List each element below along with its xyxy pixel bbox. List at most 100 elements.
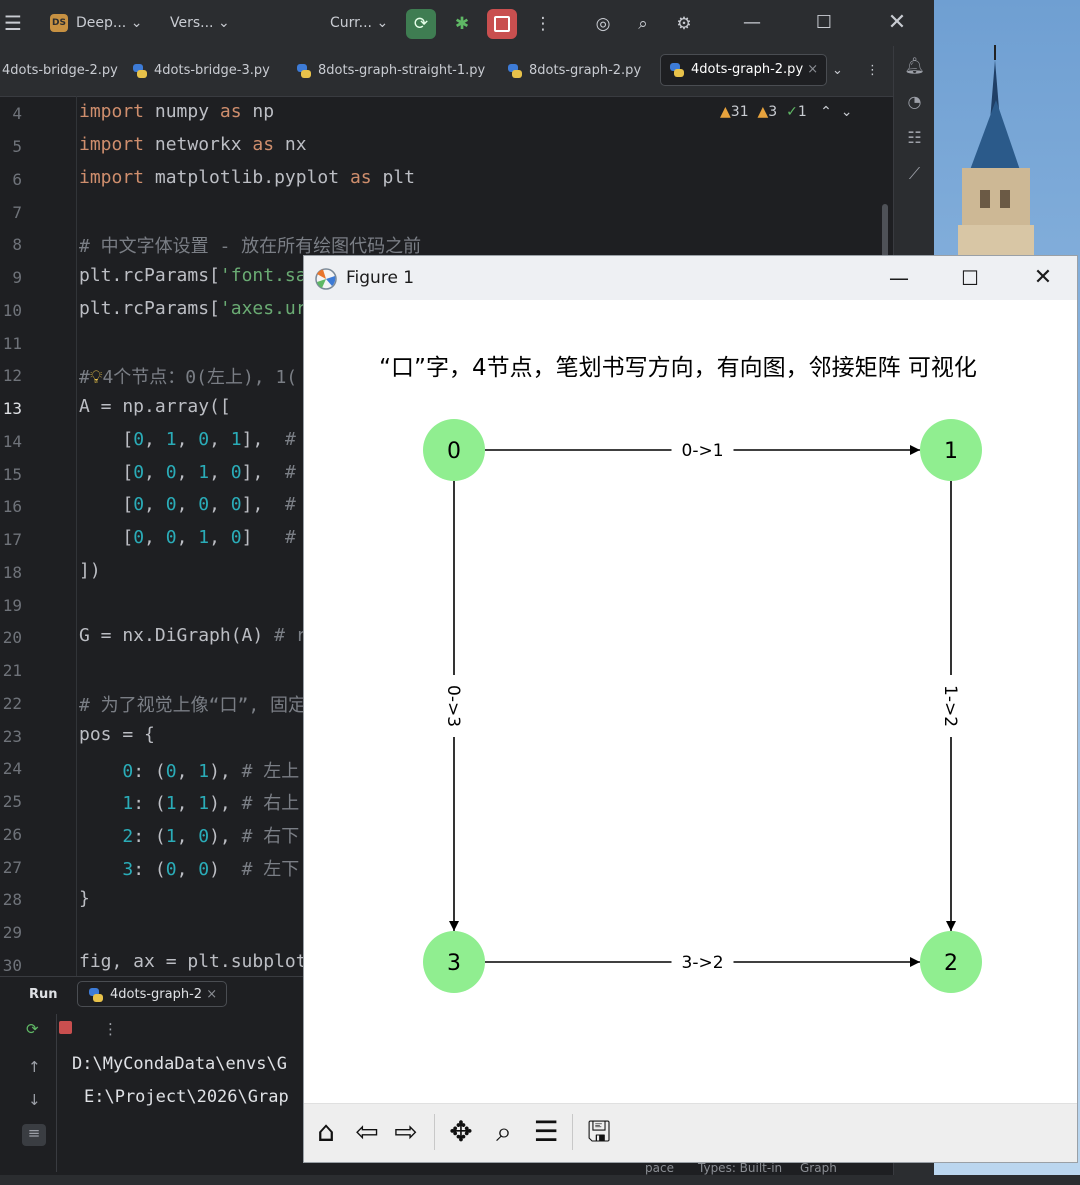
tab-4dots-bridge-3[interactable]: 4dots-bridge-3.py <box>132 46 270 96</box>
edge-label-group: 1->2 <box>939 675 963 737</box>
tabs-more-icon[interactable]: ⋮ <box>866 46 879 96</box>
code-line[interactable]: 1: (1, 1), # 右上 <box>79 789 299 815</box>
ai-chat-icon[interactable]: ◔ <box>894 92 934 111</box>
line-number: 7 <box>12 203 22 222</box>
debug-button[interactable]: ✱ <box>447 9 477 39</box>
ok-count: 1 <box>797 104 807 120</box>
code-line[interactable]: 3: (0, 0) # 左下 <box>79 855 299 881</box>
chevron-down-icon: ⌄ <box>130 15 143 31</box>
code-line[interactable]: #💡︎4个节点：0(左上), 1( <box>79 363 297 389</box>
maximize-button[interactable]: ☐ <box>947 256 993 300</box>
chevron-up-icon[interactable]: ⌃ <box>820 104 832 120</box>
tab-label: 8dots-graph-2.py <box>529 63 642 78</box>
code-line[interactable]: [0, 0, 0, 0], # <box>79 494 295 515</box>
soft-wrap-icon[interactable]: ≡ <box>22 1124 46 1146</box>
settings-gear-icon[interactable]: ⚙ <box>669 9 699 39</box>
indent-guide <box>76 96 77 976</box>
line-number: 17 <box>2 530 22 549</box>
run-config-label: Curr... <box>330 15 372 31</box>
code-line[interactable]: import networkx as nx <box>79 134 307 155</box>
scroll-up-icon[interactable]: ↑ <box>28 1058 41 1076</box>
pan-icon[interactable]: ✥ <box>441 1112 481 1152</box>
code-line[interactable]: [0, 1, 0, 1], # <box>79 429 295 450</box>
run-config-selector[interactable]: Curr... ⌄ <box>330 0 388 46</box>
home-icon[interactable]: ⌂ <box>306 1112 346 1152</box>
zoom-icon[interactable]: ⌕ <box>484 1112 524 1152</box>
more-icon[interactable]: ⋮ <box>103 1020 118 1038</box>
more-actions-button[interactable]: ⋮ <box>528 9 558 39</box>
figure-window-title: Figure 1 <box>346 268 415 288</box>
close-button[interactable]: ✕ <box>877 0 917 46</box>
stop-button[interactable] <box>487 9 517 39</box>
divider <box>56 1014 57 1172</box>
tabs-dropdown-icon[interactable]: ⌄ <box>832 46 843 96</box>
figure-canvas[interactable]: “口”字，4节点，笔划书写方向，有向图，邻接矩阵 可视化 0->1 1->2 0->… <box>304 300 1077 1103</box>
chevron-down-icon[interactable]: ⌄ <box>841 104 853 120</box>
code-line[interactable]: [0, 0, 1, 0] # <box>79 527 295 548</box>
main-menu-icon[interactable]: ☰ <box>4 0 22 46</box>
lightbulb-icon[interactable]: 💡︎ <box>90 367 103 388</box>
tab-4dots-bridge-2[interactable]: 4dots-bridge-2.py <box>2 46 118 96</box>
search-icon[interactable]: ⌕ <box>628 9 658 39</box>
line-number: 15 <box>2 465 22 484</box>
line-number: 4 <box>12 104 22 123</box>
node-label: 2 <box>944 951 958 976</box>
database-icon[interactable]: ☷ <box>894 128 934 147</box>
code-line[interactable]: } <box>79 888 90 909</box>
matplotlib-logo-icon <box>315 268 337 290</box>
code-line[interactable]: 0: (0, 1), # 左上 <box>79 757 299 783</box>
code-line[interactable]: fig, ax = plt.subplot <box>79 951 307 975</box>
back-icon[interactable]: ⇦ <box>347 1112 387 1152</box>
code-line[interactable]: 2: (1, 0), # 右下 <box>79 822 299 848</box>
ai-assistant-icon[interactable]: ◎ <box>588 9 618 39</box>
code-line[interactable]: import numpy as np <box>79 101 274 122</box>
rerun-icon[interactable]: ⟳ <box>26 1020 39 1038</box>
editor-tabs: 4dots-bridge-2.py 4dots-bridge-3.py 8dot… <box>0 46 893 97</box>
line-number: 25 <box>2 792 22 811</box>
tab-8dots-graph-2[interactable]: 8dots-graph-2.py <box>507 46 641 96</box>
minimize-button[interactable]: — <box>876 256 922 300</box>
line-number: 23 <box>2 727 22 746</box>
close-button[interactable]: ✕ <box>1020 256 1066 300</box>
minimize-button[interactable]: — <box>732 0 772 46</box>
line-number: 29 <box>2 923 22 942</box>
code-line[interactable]: ]) <box>79 560 101 581</box>
inspection-widget[interactable]: ▲31 ▲3 ✓1 ⌃ ⌄ <box>720 104 853 120</box>
code-line[interactable]: # 为了视觉上像“口”, 固定 <box>79 691 306 717</box>
code-line[interactable]: G = nx.DiGraph(A) # r <box>79 625 307 646</box>
vcs-label: Vers... <box>170 15 214 31</box>
line-number: 14 <box>2 432 22 451</box>
edge-label-group: 0->1 <box>671 438 734 462</box>
tab-4dots-graph-2[interactable]: 4dots-graph-2.py × <box>660 54 828 86</box>
save-icon[interactable]: 🖫 <box>579 1112 619 1152</box>
line-number: 20 <box>2 628 22 647</box>
code-line[interactable]: plt.rcParams['axes.ur <box>79 298 307 319</box>
tab-close-icon[interactable]: × <box>807 62 818 77</box>
code-line[interactable]: A = np.array([ <box>79 396 231 417</box>
status-bar: pace Types: Built-in Graph <box>0 1161 1080 1185</box>
run-panel-title: Run <box>29 987 58 1002</box>
maximize-button[interactable]: ☐ <box>804 0 844 46</box>
notifications-bell-icon[interactable]: 🔔︎ <box>894 56 934 75</box>
rerun-button[interactable]: ⟳ <box>406 9 436 39</box>
configure-icon[interactable]: ☰ <box>526 1112 566 1152</box>
chevron-down-icon: ⌄ <box>376 15 389 31</box>
line-number: 22 <box>2 694 22 713</box>
scroll-down-icon[interactable]: ↓ <box>28 1091 41 1109</box>
tab-8dots-graph-straight-1[interactable]: 8dots-graph-straight-1.py <box>296 46 485 96</box>
stop-icon[interactable] <box>59 1021 72 1034</box>
forward-icon[interactable]: ⇨ <box>386 1112 426 1152</box>
sciview-icon[interactable]: ⟋ <box>894 164 934 184</box>
code-line[interactable]: import matplotlib.pyplot as plt <box>79 167 415 188</box>
run-tab[interactable]: 4dots-graph-2 × <box>77 981 227 1007</box>
python-file-icon <box>669 62 685 77</box>
code-line[interactable]: pos = { <box>79 724 155 745</box>
figure-toolbar: ⌂ ⇦ ⇨ ✥ ⌕ ☰ 🖫 <box>304 1103 1077 1162</box>
edge-label: 0->1 <box>681 441 723 461</box>
close-icon[interactable]: × <box>206 987 217 1002</box>
code-line[interactable]: plt.rcParams['font.sa <box>79 265 307 286</box>
project-selector[interactable]: DS Deep... ⌄ <box>50 0 142 46</box>
vcs-selector[interactable]: Vers... ⌄ <box>170 0 230 46</box>
code-line[interactable]: [0, 0, 1, 0], # <box>79 462 295 483</box>
line-number: 6 <box>12 170 22 189</box>
